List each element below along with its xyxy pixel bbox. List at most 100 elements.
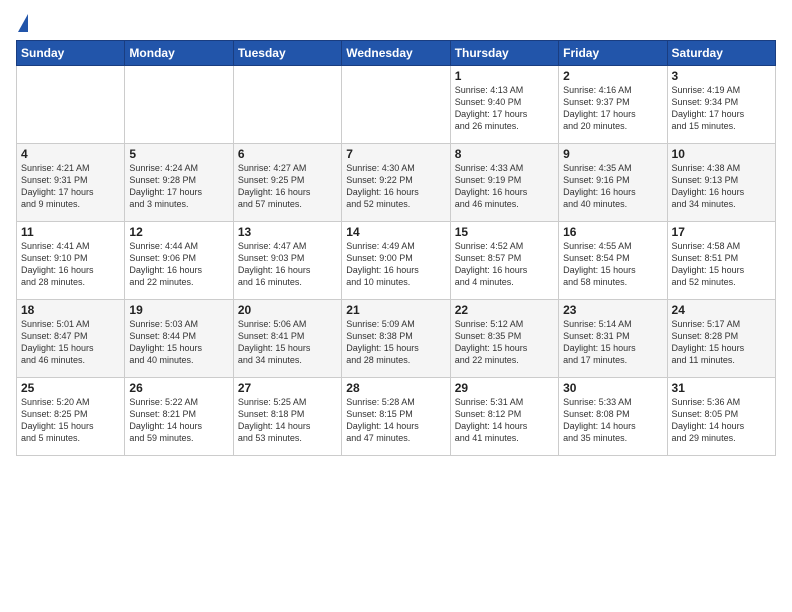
day-number: 5	[129, 147, 228, 161]
header	[16, 12, 776, 32]
day-info: Sunrise: 4:19 AM Sunset: 9:34 PM Dayligh…	[672, 84, 771, 133]
calendar-cell: 31Sunrise: 5:36 AM Sunset: 8:05 PM Dayli…	[667, 378, 775, 456]
calendar-cell: 14Sunrise: 4:49 AM Sunset: 9:00 PM Dayli…	[342, 222, 450, 300]
calendar-cell: 24Sunrise: 5:17 AM Sunset: 8:28 PM Dayli…	[667, 300, 775, 378]
logo-triangle-icon	[18, 14, 28, 32]
day-number: 12	[129, 225, 228, 239]
day-number: 7	[346, 147, 445, 161]
day-info: Sunrise: 4:24 AM Sunset: 9:28 PM Dayligh…	[129, 162, 228, 211]
day-number: 6	[238, 147, 337, 161]
calendar-week-row: 4Sunrise: 4:21 AM Sunset: 9:31 PM Daylig…	[17, 144, 776, 222]
calendar-header-sunday: Sunday	[17, 41, 125, 66]
calendar-header-friday: Friday	[559, 41, 667, 66]
calendar-cell: 9Sunrise: 4:35 AM Sunset: 9:16 PM Daylig…	[559, 144, 667, 222]
calendar-cell: 12Sunrise: 4:44 AM Sunset: 9:06 PM Dayli…	[125, 222, 233, 300]
day-number: 27	[238, 381, 337, 395]
day-info: Sunrise: 4:41 AM Sunset: 9:10 PM Dayligh…	[21, 240, 120, 289]
day-info: Sunrise: 4:30 AM Sunset: 9:22 PM Dayligh…	[346, 162, 445, 211]
calendar-cell: 30Sunrise: 5:33 AM Sunset: 8:08 PM Dayli…	[559, 378, 667, 456]
calendar-cell: 25Sunrise: 5:20 AM Sunset: 8:25 PM Dayli…	[17, 378, 125, 456]
calendar-cell: 1Sunrise: 4:13 AM Sunset: 9:40 PM Daylig…	[450, 66, 558, 144]
day-number: 23	[563, 303, 662, 317]
calendar-cell: 2Sunrise: 4:16 AM Sunset: 9:37 PM Daylig…	[559, 66, 667, 144]
day-number: 8	[455, 147, 554, 161]
day-number: 4	[21, 147, 120, 161]
day-info: Sunrise: 4:27 AM Sunset: 9:25 PM Dayligh…	[238, 162, 337, 211]
day-info: Sunrise: 5:01 AM Sunset: 8:47 PM Dayligh…	[21, 318, 120, 367]
calendar-week-row: 25Sunrise: 5:20 AM Sunset: 8:25 PM Dayli…	[17, 378, 776, 456]
calendar-header-saturday: Saturday	[667, 41, 775, 66]
day-number: 26	[129, 381, 228, 395]
day-number: 11	[21, 225, 120, 239]
day-info: Sunrise: 5:28 AM Sunset: 8:15 PM Dayligh…	[346, 396, 445, 445]
day-number: 28	[346, 381, 445, 395]
day-info: Sunrise: 4:58 AM Sunset: 8:51 PM Dayligh…	[672, 240, 771, 289]
day-info: Sunrise: 5:20 AM Sunset: 8:25 PM Dayligh…	[21, 396, 120, 445]
calendar-header-monday: Monday	[125, 41, 233, 66]
calendar-cell: 15Sunrise: 4:52 AM Sunset: 8:57 PM Dayli…	[450, 222, 558, 300]
calendar-header-tuesday: Tuesday	[233, 41, 341, 66]
calendar-week-row: 11Sunrise: 4:41 AM Sunset: 9:10 PM Dayli…	[17, 222, 776, 300]
calendar-table: SundayMondayTuesdayWednesdayThursdayFrid…	[16, 40, 776, 456]
logo	[16, 12, 28, 32]
calendar-cell	[342, 66, 450, 144]
day-number: 16	[563, 225, 662, 239]
day-number: 31	[672, 381, 771, 395]
calendar-cell: 18Sunrise: 5:01 AM Sunset: 8:47 PM Dayli…	[17, 300, 125, 378]
day-info: Sunrise: 5:22 AM Sunset: 8:21 PM Dayligh…	[129, 396, 228, 445]
calendar-cell: 20Sunrise: 5:06 AM Sunset: 8:41 PM Dayli…	[233, 300, 341, 378]
calendar-cell	[125, 66, 233, 144]
day-info: Sunrise: 4:44 AM Sunset: 9:06 PM Dayligh…	[129, 240, 228, 289]
day-number: 25	[21, 381, 120, 395]
day-info: Sunrise: 4:35 AM Sunset: 9:16 PM Dayligh…	[563, 162, 662, 211]
calendar-cell: 6Sunrise: 4:27 AM Sunset: 9:25 PM Daylig…	[233, 144, 341, 222]
calendar-cell: 29Sunrise: 5:31 AM Sunset: 8:12 PM Dayli…	[450, 378, 558, 456]
day-number: 24	[672, 303, 771, 317]
day-info: Sunrise: 4:16 AM Sunset: 9:37 PM Dayligh…	[563, 84, 662, 133]
calendar-cell: 11Sunrise: 4:41 AM Sunset: 9:10 PM Dayli…	[17, 222, 125, 300]
day-number: 1	[455, 69, 554, 83]
day-number: 30	[563, 381, 662, 395]
day-number: 9	[563, 147, 662, 161]
day-number: 19	[129, 303, 228, 317]
calendar-cell: 22Sunrise: 5:12 AM Sunset: 8:35 PM Dayli…	[450, 300, 558, 378]
day-info: Sunrise: 5:36 AM Sunset: 8:05 PM Dayligh…	[672, 396, 771, 445]
day-info: Sunrise: 4:13 AM Sunset: 9:40 PM Dayligh…	[455, 84, 554, 133]
calendar-cell	[17, 66, 125, 144]
calendar-cell: 4Sunrise: 4:21 AM Sunset: 9:31 PM Daylig…	[17, 144, 125, 222]
calendar-week-row: 18Sunrise: 5:01 AM Sunset: 8:47 PM Dayli…	[17, 300, 776, 378]
day-info: Sunrise: 4:55 AM Sunset: 8:54 PM Dayligh…	[563, 240, 662, 289]
day-info: Sunrise: 5:12 AM Sunset: 8:35 PM Dayligh…	[455, 318, 554, 367]
day-number: 18	[21, 303, 120, 317]
calendar-header-thursday: Thursday	[450, 41, 558, 66]
day-info: Sunrise: 5:31 AM Sunset: 8:12 PM Dayligh…	[455, 396, 554, 445]
day-info: Sunrise: 4:33 AM Sunset: 9:19 PM Dayligh…	[455, 162, 554, 211]
day-info: Sunrise: 4:52 AM Sunset: 8:57 PM Dayligh…	[455, 240, 554, 289]
day-info: Sunrise: 4:47 AM Sunset: 9:03 PM Dayligh…	[238, 240, 337, 289]
day-info: Sunrise: 4:21 AM Sunset: 9:31 PM Dayligh…	[21, 162, 120, 211]
calendar-cell: 10Sunrise: 4:38 AM Sunset: 9:13 PM Dayli…	[667, 144, 775, 222]
day-number: 10	[672, 147, 771, 161]
day-info: Sunrise: 5:25 AM Sunset: 8:18 PM Dayligh…	[238, 396, 337, 445]
day-number: 21	[346, 303, 445, 317]
calendar-week-row: 1Sunrise: 4:13 AM Sunset: 9:40 PM Daylig…	[17, 66, 776, 144]
day-number: 13	[238, 225, 337, 239]
day-info: Sunrise: 4:38 AM Sunset: 9:13 PM Dayligh…	[672, 162, 771, 211]
calendar-cell: 13Sunrise: 4:47 AM Sunset: 9:03 PM Dayli…	[233, 222, 341, 300]
calendar-cell: 16Sunrise: 4:55 AM Sunset: 8:54 PM Dayli…	[559, 222, 667, 300]
page: SundayMondayTuesdayWednesdayThursdayFrid…	[0, 0, 792, 612]
day-number: 20	[238, 303, 337, 317]
calendar-cell: 7Sunrise: 4:30 AM Sunset: 9:22 PM Daylig…	[342, 144, 450, 222]
day-info: Sunrise: 5:03 AM Sunset: 8:44 PM Dayligh…	[129, 318, 228, 367]
calendar-header-row: SundayMondayTuesdayWednesdayThursdayFrid…	[17, 41, 776, 66]
day-number: 17	[672, 225, 771, 239]
day-info: Sunrise: 5:09 AM Sunset: 8:38 PM Dayligh…	[346, 318, 445, 367]
day-number: 15	[455, 225, 554, 239]
day-info: Sunrise: 5:33 AM Sunset: 8:08 PM Dayligh…	[563, 396, 662, 445]
calendar-cell: 28Sunrise: 5:28 AM Sunset: 8:15 PM Dayli…	[342, 378, 450, 456]
day-number: 2	[563, 69, 662, 83]
calendar-cell: 21Sunrise: 5:09 AM Sunset: 8:38 PM Dayli…	[342, 300, 450, 378]
calendar-cell: 3Sunrise: 4:19 AM Sunset: 9:34 PM Daylig…	[667, 66, 775, 144]
day-info: Sunrise: 5:06 AM Sunset: 8:41 PM Dayligh…	[238, 318, 337, 367]
calendar-cell	[233, 66, 341, 144]
